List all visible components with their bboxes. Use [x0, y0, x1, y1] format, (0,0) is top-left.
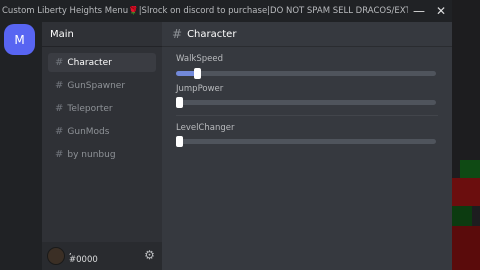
- game-block: [452, 206, 472, 226]
- avatar: [47, 247, 65, 265]
- hash-icon: #: [55, 149, 64, 160]
- channel-label: Character: [67, 57, 112, 68]
- channel-sidebar: Main # Character # GunSpawner # Teleport…: [42, 22, 162, 270]
- channel-item-character[interactable]: # Character: [48, 53, 156, 72]
- divider: [176, 115, 438, 116]
- hash-icon: #: [55, 103, 64, 114]
- game-block: [452, 226, 480, 270]
- slider-label: LevelChanger: [176, 123, 235, 133]
- hash-icon: #: [172, 27, 183, 41]
- slider-label: JumpPower: [176, 84, 224, 94]
- user-info: , #0000: [69, 247, 98, 265]
- slider-label: WalkSpeed: [176, 54, 223, 64]
- guild-title: Main: [42, 22, 162, 47]
- slider-track[interactable]: [176, 97, 436, 108]
- hash-icon: #: [55, 57, 64, 68]
- slider-thumb[interactable]: [176, 97, 183, 108]
- channel-label: by nunbug: [67, 149, 116, 160]
- title-bar[interactable]: Custom Liberty Heights Menu🌹|Slrock on d…: [0, 0, 452, 22]
- channel-label: Teleporter: [67, 103, 113, 114]
- server-rail: M: [0, 22, 42, 270]
- slider-thumb[interactable]: [194, 68, 201, 79]
- slider-walkspeed: WalkSpeed: [176, 54, 438, 79]
- channel-label: GunSpawner: [67, 80, 126, 91]
- slider-levelchanger: LevelChanger: [176, 123, 438, 147]
- gear-icon[interactable]: ⚙: [143, 249, 156, 262]
- slider-track[interactable]: [176, 136, 436, 147]
- channel-item-gunspawner[interactable]: # GunSpawner: [48, 76, 156, 95]
- main-content: # Character WalkSpeed JumpPower LevelCha…: [162, 22, 452, 270]
- hash-icon: #: [55, 80, 64, 91]
- window-title: Custom Liberty Heights Menu🌹|Slrock on d…: [2, 6, 408, 16]
- user-panel: , #0000 ⚙: [42, 242, 162, 270]
- game-block: [450, 178, 480, 206]
- channel-label: GunMods: [67, 126, 110, 137]
- content-header: # Character: [162, 22, 452, 47]
- minimize-button[interactable]: —: [408, 0, 430, 22]
- channel-item-credits[interactable]: # by nunbug: [48, 145, 156, 164]
- server-icon[interactable]: M: [4, 24, 35, 55]
- slider-thumb[interactable]: [176, 136, 183, 147]
- slider-jumppower: JumpPower: [176, 84, 438, 108]
- user-tag: #0000: [69, 255, 98, 265]
- slider-track[interactable]: [176, 68, 436, 79]
- hash-icon: #: [55, 126, 64, 137]
- channel-item-teleporter[interactable]: # Teleporter: [48, 99, 156, 118]
- page-title: Character: [187, 28, 237, 40]
- close-button[interactable]: ✕: [430, 0, 452, 22]
- channel-list: # Character # GunSpawner # Teleporter # …: [42, 47, 162, 164]
- channel-item-gunmods[interactable]: # GunMods: [48, 122, 156, 141]
